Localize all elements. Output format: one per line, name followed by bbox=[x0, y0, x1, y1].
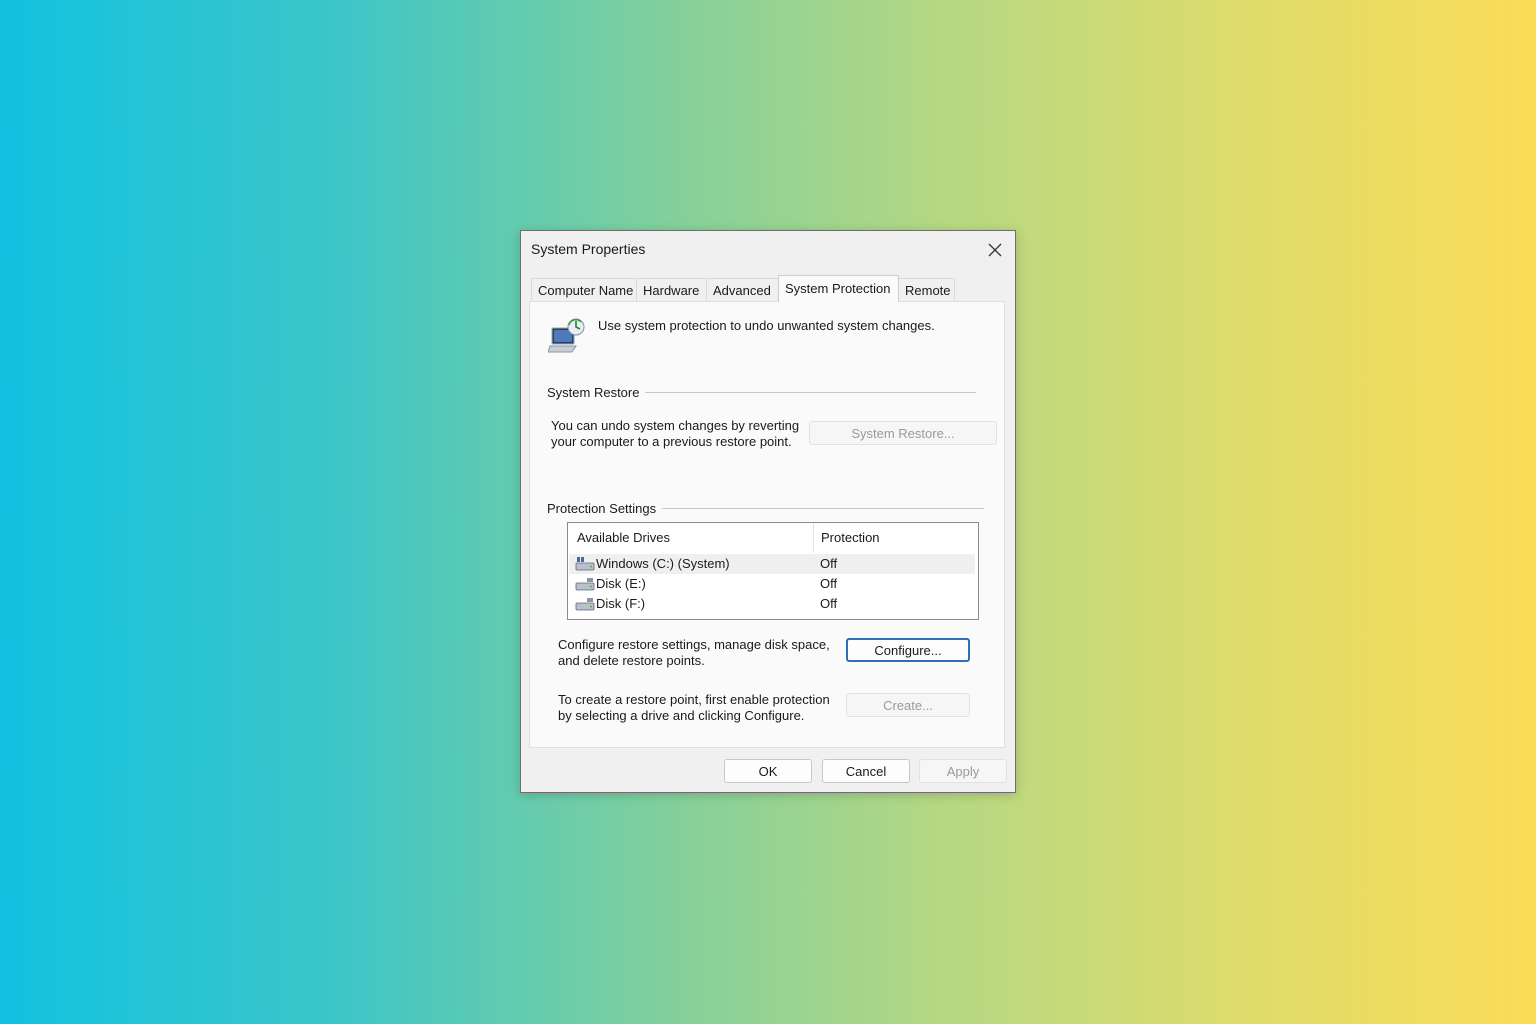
tab-computer-name[interactable]: Computer Name bbox=[531, 278, 637, 301]
system-restore-divider bbox=[640, 392, 976, 393]
drive-name: Disk (F:) bbox=[596, 596, 646, 611]
system-drive-icon bbox=[575, 557, 595, 571]
available-drives-list[interactable]: Available Drives Protection Windows (C:)… bbox=[567, 522, 979, 620]
configure-desc-line2: and delete restore points. bbox=[558, 653, 705, 668]
protection-settings-group-label: Protection Settings bbox=[547, 501, 663, 516]
cancel-button[interactable]: Cancel bbox=[822, 759, 910, 783]
create-description: To create a restore point, first enable … bbox=[558, 692, 848, 724]
system-protection-icon bbox=[548, 318, 585, 353]
tab-hardware[interactable]: Hardware bbox=[636, 278, 707, 301]
protection-settings-divider bbox=[660, 508, 984, 509]
drive-icon bbox=[575, 578, 595, 591]
system-restore-description: You can undo system changes by reverting… bbox=[551, 418, 811, 450]
configure-button[interactable]: Configure... bbox=[846, 638, 970, 662]
system-restore-group-label: System Restore bbox=[547, 385, 646, 400]
title-bar: System Properties bbox=[521, 231, 1015, 271]
drive-name: Windows (C:) (System) bbox=[596, 556, 730, 571]
drive-row-c[interactable]: Windows (C:) (System) Off bbox=[569, 554, 975, 574]
system-protection-panel: Use system protection to undo unwanted s… bbox=[529, 301, 1005, 748]
create-desc-line1: To create a restore point, first enable … bbox=[558, 692, 830, 707]
close-icon bbox=[988, 243, 1002, 257]
drive-row-f[interactable]: Disk (F:) Off bbox=[569, 594, 975, 614]
tab-system-protection[interactable]: System Protection bbox=[778, 275, 899, 302]
configure-description: Configure restore settings, manage disk … bbox=[558, 637, 848, 669]
close-button[interactable] bbox=[981, 236, 1009, 264]
apply-button[interactable]: Apply bbox=[919, 759, 1007, 783]
drive-icon bbox=[575, 598, 595, 611]
drive-row-e[interactable]: Disk (E:) Off bbox=[569, 574, 975, 594]
system-restore-button[interactable]: System Restore... bbox=[809, 421, 997, 445]
column-separator bbox=[813, 523, 814, 553]
system-properties-dialog: System Properties Computer Name Hardware… bbox=[520, 230, 1016, 793]
drive-protection-status: Off bbox=[820, 576, 838, 591]
tab-remote[interactable]: Remote bbox=[898, 278, 955, 301]
system-restore-desc-line1: You can undo system changes by reverting bbox=[551, 418, 800, 433]
configure-desc-line1: Configure restore settings, manage disk … bbox=[558, 637, 830, 652]
column-header-available-drives[interactable]: Available Drives bbox=[577, 523, 670, 553]
system-restore-desc-line2: your computer to a previous restore poin… bbox=[551, 434, 792, 449]
drive-protection-status: Off bbox=[820, 556, 838, 571]
ok-button[interactable]: OK bbox=[724, 759, 812, 783]
create-desc-line2: by selecting a drive and clicking Config… bbox=[558, 708, 805, 723]
column-header-protection[interactable]: Protection bbox=[821, 523, 880, 553]
intro-text: Use system protection to undo unwanted s… bbox=[598, 318, 935, 333]
drive-name: Disk (E:) bbox=[596, 576, 646, 591]
window-title: System Properties bbox=[531, 241, 646, 257]
drive-protection-status: Off bbox=[820, 596, 838, 611]
tab-advanced[interactable]: Advanced bbox=[706, 278, 779, 301]
create-button[interactable]: Create... bbox=[846, 693, 970, 717]
